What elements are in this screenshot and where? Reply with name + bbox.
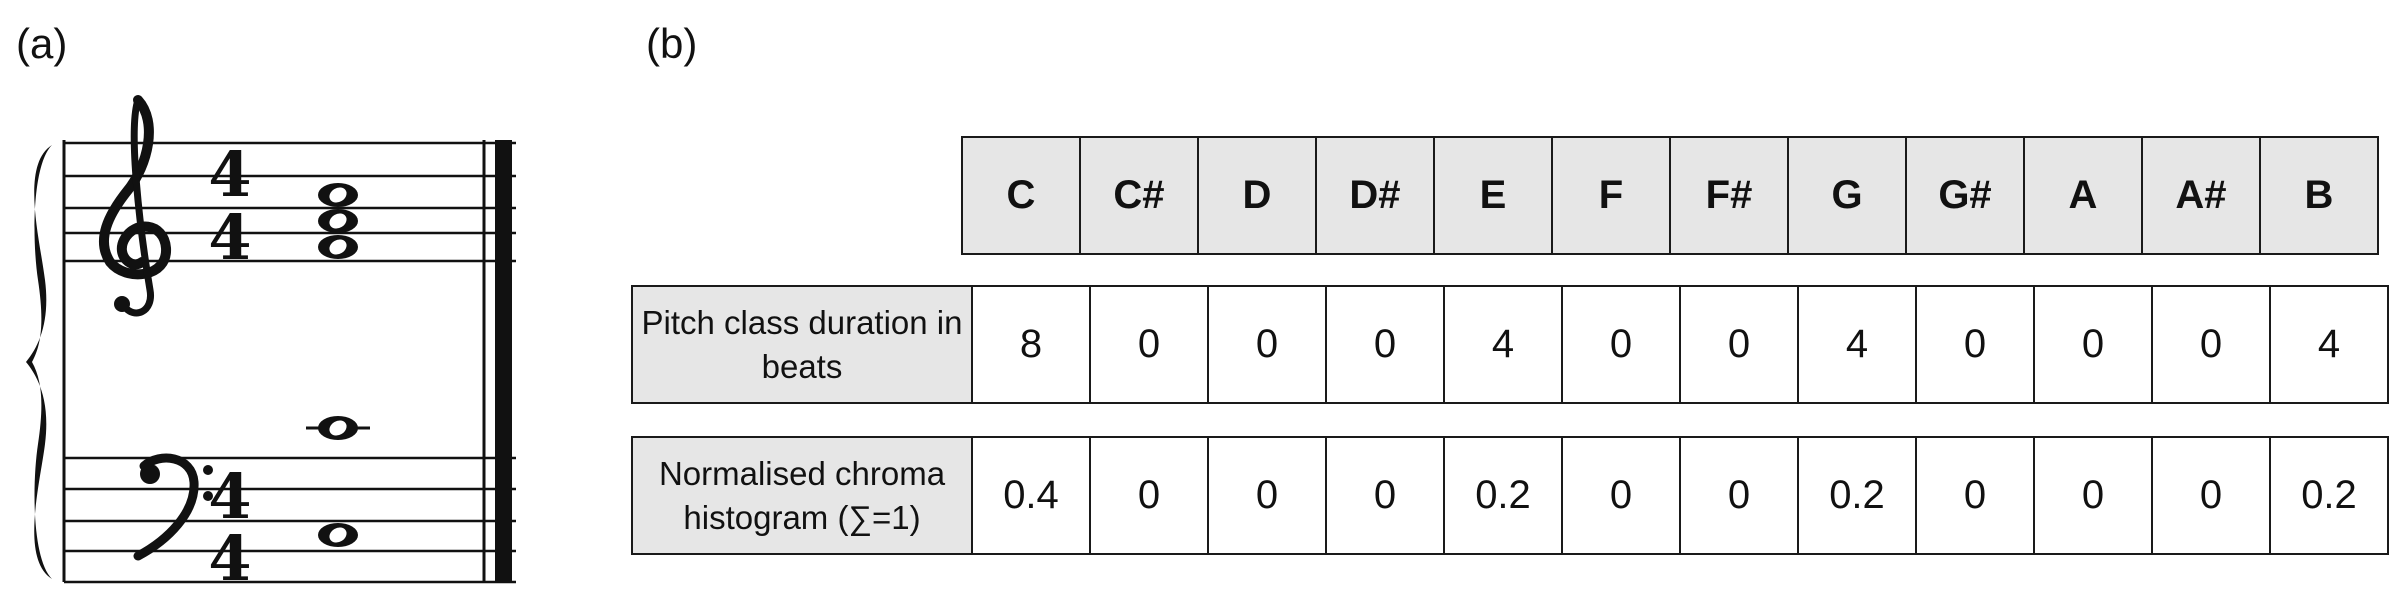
chroma-value-cell: 0 (1561, 436, 1681, 555)
bass-staff (64, 456, 516, 584)
duration-value-cell: 0 (1325, 285, 1445, 404)
pitch-class-header-cell: D# (1315, 136, 1435, 255)
chroma-value-cell: 0 (2033, 436, 2153, 555)
chroma-value-cell: 0.2 (2269, 436, 2389, 555)
pitch-class-header-cell: F# (1669, 136, 1789, 255)
chroma-value-cell: 0 (1915, 436, 2035, 555)
duration-row: Pitch class duration in beats 8000400400… (631, 285, 2389, 404)
chroma-value-cell: 0 (2151, 436, 2271, 555)
duration-value-cell: 8 (971, 285, 1091, 404)
duration-value-cell: 0 (1679, 285, 1799, 404)
pitch-class-header-cell: G# (1905, 136, 2025, 255)
grand-staff: 4 4 4 4 (26, 95, 516, 595)
pitch-class-header-cell: B (2259, 136, 2379, 255)
duration-value-cell: 0 (1561, 285, 1681, 404)
chroma-row: Normalised chroma histogram (∑=1) 0.4 0 0 0… (631, 436, 2389, 555)
panel-label-b: (b) (646, 20, 698, 67)
chroma-value-cell: 0.2 (1797, 436, 1917, 555)
pitch-class-header: C C# D D# E F F# G G# A A# B (961, 136, 2379, 255)
brace (26, 145, 52, 579)
chroma-value-cell: 0.4 (971, 436, 1091, 555)
chroma-value-cell: 0 (1089, 436, 1209, 555)
duration-value-cell: 0 (2151, 285, 2271, 404)
chroma-value-cell: 0 (1325, 436, 1445, 555)
duration-value-cell: 4 (2269, 285, 2389, 404)
duration-value-cell: 0 (1207, 285, 1327, 404)
chroma-value-cell: 0 (1207, 436, 1327, 555)
final-barline (482, 140, 512, 582)
bass-clef (133, 453, 213, 561)
treble-time-sig-bottom: 4 (208, 201, 251, 274)
chroma-table: Normalised chroma histogram (∑=1) 0.4 0 0 0… (631, 436, 2389, 555)
duration-value-cell: 0 (1915, 285, 2035, 404)
chroma-row-label: Normalised chroma histogram (∑=1) (631, 436, 973, 555)
chroma-value-cell: 0 (1679, 436, 1799, 555)
pitch-class-header-cell: A (2023, 136, 2143, 255)
header-row: C C# D D# E F F# G G# A A# B (961, 136, 2379, 255)
bass-time-sig-bottom: 4 (208, 522, 251, 595)
pitch-class-header-cell: C (961, 136, 1081, 255)
duration-value-cell: 0 (1089, 285, 1209, 404)
chroma-value-cell: 0.2 (1443, 436, 1563, 555)
duration-value-cell: 0 (2033, 285, 2153, 404)
treble-clef (98, 95, 171, 317)
pitch-class-header-cell: A# (2141, 136, 2261, 255)
duration-value-cell: 4 (1797, 285, 1917, 404)
treble-chord (318, 183, 358, 259)
pitch-class-header-cell: E (1433, 136, 1553, 255)
pitch-class-header-cell: C# (1079, 136, 1199, 255)
bass-notes (306, 416, 370, 547)
duration-table: Pitch class duration in beats 8000400400… (631, 285, 2389, 404)
duration-row-label: Pitch class duration in beats (631, 285, 973, 404)
pitch-class-header-cell: G (1787, 136, 1907, 255)
pitch-class-header-cell: D (1197, 136, 1317, 255)
duration-value-cell: 4 (1443, 285, 1563, 404)
pitch-class-header-cell: F (1551, 136, 1671, 255)
